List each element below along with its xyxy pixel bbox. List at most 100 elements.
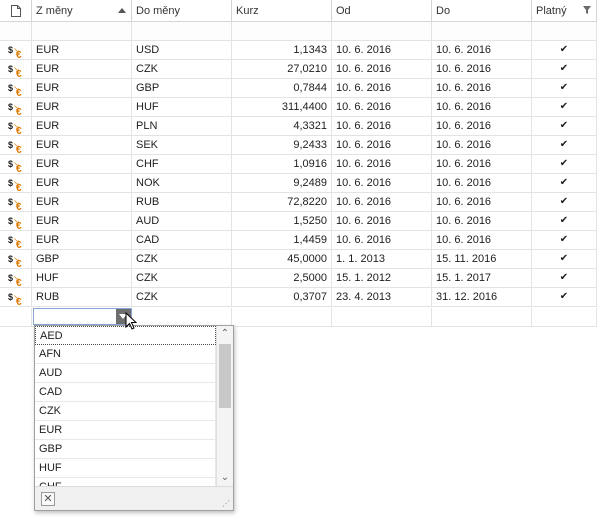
- cell-rate[interactable]: 0,3707: [232, 288, 332, 307]
- currency-option[interactable]: CHF: [35, 478, 216, 486]
- filter-cell[interactable]: [532, 22, 597, 41]
- cell-from[interactable]: EUR: [32, 98, 132, 117]
- cell-to[interactable]: SEK: [132, 136, 232, 155]
- table-row[interactable]: $ ↘ € EUR HUF 311,4400 10. 6. 2016 10. 6. 2016 ✔: [0, 98, 597, 117]
- table-row[interactable]: $ ↘ € EUR CZK 27,0210 10. 6. 2016 10. 6. 2016 ✔: [0, 60, 597, 79]
- cell-valid-from[interactable]: 1. 1. 2013: [332, 250, 432, 269]
- cell-rate[interactable]: 1,4459: [232, 231, 332, 250]
- header-valid-from[interactable]: Od: [332, 0, 432, 22]
- cell-valid-from[interactable]: 10. 6. 2016: [332, 60, 432, 79]
- cell-rate[interactable]: 27,0210: [232, 60, 332, 79]
- table-row[interactable]: $ ↘ € EUR RUB 72,8220 10. 6. 2016 10. 6. 2016 ✔: [0, 193, 597, 212]
- cell-valid-from[interactable]: 10. 6. 2016: [332, 117, 432, 136]
- currency-option[interactable]: GBP: [35, 440, 216, 459]
- cell-from[interactable]: EUR: [32, 41, 132, 60]
- cell-valid-to[interactable]: 10. 6. 2016: [432, 155, 532, 174]
- cell-to[interactable]: PLN: [132, 117, 232, 136]
- cell-valid[interactable]: ✔: [532, 136, 597, 155]
- cell-from[interactable]: EUR: [32, 193, 132, 212]
- table-row[interactable]: $ ↘ € EUR PLN 4,3321 10. 6. 2016 10. 6. 2016 ✔: [0, 117, 597, 136]
- filter-cell[interactable]: [232, 22, 332, 41]
- filter-cell[interactable]: [432, 22, 532, 41]
- cell-from[interactable]: EUR: [32, 60, 132, 79]
- cell-rate[interactable]: 1,1343: [232, 41, 332, 60]
- table-row[interactable]: $ ↘ € GBP CZK 45,0000 1. 1. 2013 15. 11. 2016 ✔: [0, 250, 597, 269]
- scroll-thumb[interactable]: [219, 344, 231, 408]
- filter-cell[interactable]: [332, 22, 432, 41]
- cell-valid[interactable]: ✔: [532, 269, 597, 288]
- cell-rate[interactable]: 72,8220: [232, 193, 332, 212]
- cell-valid-to[interactable]: 10. 6. 2016: [432, 136, 532, 155]
- new-row-rate-cell[interactable]: [232, 308, 332, 327]
- cell-rate[interactable]: 9,2433: [232, 136, 332, 155]
- cell-valid[interactable]: ✔: [532, 41, 597, 60]
- cell-to[interactable]: CAD: [132, 231, 232, 250]
- currency-list[interactable]: AEDAFNAUDCADCZKEURGBPHUFCHF: [35, 326, 216, 486]
- cell-valid[interactable]: ✔: [532, 98, 597, 117]
- new-row-valid-from-cell[interactable]: [332, 308, 432, 327]
- table-row[interactable]: $ ↘ € RUB CZK 0,3707 23. 4. 2013 31. 12. 2016 ✔: [0, 288, 597, 307]
- cell-valid-to[interactable]: 31. 12. 2016: [432, 288, 532, 307]
- cell-from[interactable]: EUR: [32, 174, 132, 193]
- cell-valid-to[interactable]: 10. 6. 2016: [432, 79, 532, 98]
- cell-valid-to[interactable]: 10. 6. 2016: [432, 193, 532, 212]
- cell-rate[interactable]: 4,3321: [232, 117, 332, 136]
- from-currency-combobox[interactable]: [33, 308, 132, 325]
- currency-option[interactable]: AUD: [35, 364, 216, 383]
- cell-valid[interactable]: ✔: [532, 212, 597, 231]
- cell-to[interactable]: GBP: [132, 79, 232, 98]
- cell-valid-from[interactable]: 10. 6. 2016: [332, 212, 432, 231]
- currency-option[interactable]: AFN: [35, 345, 216, 364]
- cell-valid[interactable]: ✔: [532, 193, 597, 212]
- cell-valid[interactable]: ✔: [532, 231, 597, 250]
- currency-option[interactable]: EUR: [35, 421, 216, 440]
- table-row[interactable]: $ ↘ € EUR AUD 1,5250 10. 6. 2016 10. 6. 2016 ✔: [0, 212, 597, 231]
- filter-cell[interactable]: [132, 22, 232, 41]
- cell-rate[interactable]: 45,0000: [232, 250, 332, 269]
- cell-from[interactable]: HUF: [32, 269, 132, 288]
- cell-valid-from[interactable]: 10. 6. 2016: [332, 174, 432, 193]
- clear-selection-button[interactable]: ✕: [41, 492, 55, 506]
- cell-valid-to[interactable]: 10. 6. 2016: [432, 231, 532, 250]
- resize-grip-icon[interactable]: ⋰: [222, 500, 230, 508]
- cell-to[interactable]: AUD: [132, 212, 232, 231]
- new-row-valid-to-cell[interactable]: [432, 308, 532, 327]
- cell-valid-from[interactable]: 10. 6. 2016: [332, 41, 432, 60]
- header-valid-to[interactable]: Do: [432, 0, 532, 22]
- cell-valid-to[interactable]: 15. 11. 2016: [432, 250, 532, 269]
- cell-to[interactable]: HUF: [132, 98, 232, 117]
- table-row[interactable]: $ ↘ € EUR CAD 1,4459 10. 6. 2016 10. 6. 2016 ✔: [0, 231, 597, 250]
- cell-rate[interactable]: 1,0916: [232, 155, 332, 174]
- cell-from[interactable]: EUR: [32, 136, 132, 155]
- cell-valid-from[interactable]: 10. 6. 2016: [332, 231, 432, 250]
- cell-from[interactable]: GBP: [32, 250, 132, 269]
- cell-valid[interactable]: ✔: [532, 288, 597, 307]
- dropdown-scrollbar[interactable]: ⌃ ⌄: [216, 326, 233, 486]
- cell-valid-to[interactable]: 10. 6. 2016: [432, 212, 532, 231]
- cell-valid-to[interactable]: 10. 6. 2016: [432, 174, 532, 193]
- cell-rate[interactable]: 0,7844: [232, 79, 332, 98]
- currency-option[interactable]: CZK: [35, 402, 216, 421]
- filter-cell[interactable]: [32, 22, 132, 41]
- cell-to[interactable]: CZK: [132, 269, 232, 288]
- currency-option[interactable]: HUF: [35, 459, 216, 478]
- cell-from[interactable]: EUR: [32, 79, 132, 98]
- header-valid[interactable]: Platný: [532, 0, 597, 22]
- cell-valid[interactable]: ✔: [532, 250, 597, 269]
- cell-valid-from[interactable]: 10. 6. 2016: [332, 155, 432, 174]
- cell-valid-to[interactable]: 10. 6. 2016: [432, 98, 532, 117]
- cell-to[interactable]: CZK: [132, 60, 232, 79]
- currency-option[interactable]: CAD: [35, 383, 216, 402]
- cell-from[interactable]: EUR: [32, 231, 132, 250]
- cell-from[interactable]: RUB: [32, 288, 132, 307]
- cell-valid[interactable]: ✔: [532, 60, 597, 79]
- scroll-down-icon[interactable]: ⌄: [217, 470, 233, 486]
- cell-to[interactable]: CZK: [132, 250, 232, 269]
- header-icon-column[interactable]: [0, 0, 32, 22]
- cell-valid-to[interactable]: 15. 1. 2017: [432, 269, 532, 288]
- cell-valid-to[interactable]: 10. 6. 2016: [432, 60, 532, 79]
- filter-funnel-icon[interactable]: [583, 6, 591, 14]
- cell-rate[interactable]: 9,2489: [232, 174, 332, 193]
- header-from-currency[interactable]: Z měny: [32, 0, 132, 22]
- scroll-up-icon[interactable]: ⌃: [217, 326, 233, 342]
